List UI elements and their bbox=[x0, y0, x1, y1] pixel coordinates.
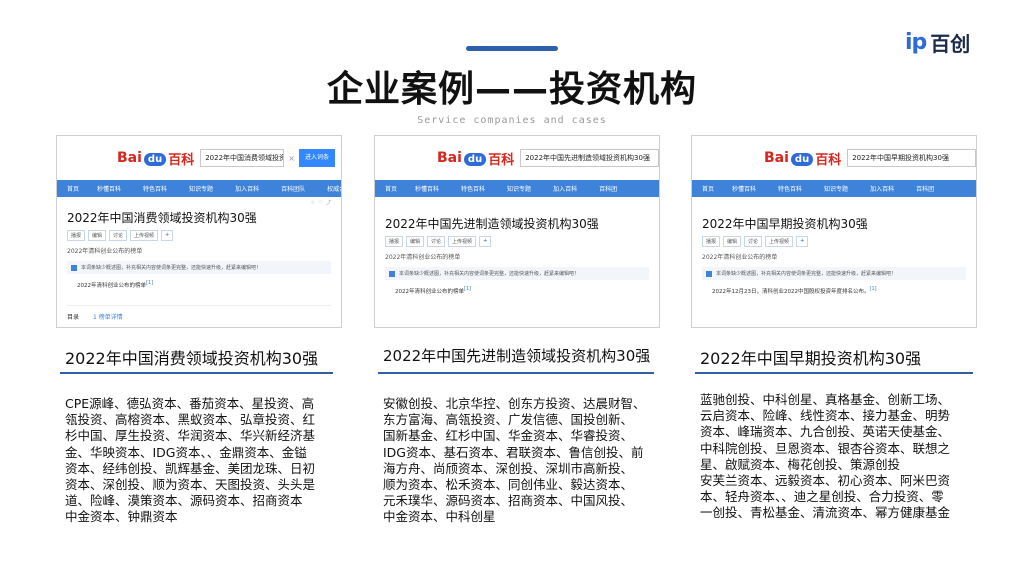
baidu-logo: Bai du bbox=[117, 150, 168, 166]
table-of-contents: 目录 1 榜单详情 bbox=[67, 304, 331, 321]
notice-bar: 本词条缺少概述图，补充相关内容使词条更完整，还能快速升级，赶紧来编辑吧！ bbox=[67, 261, 331, 274]
nav-item[interactable]: 特色百科 bbox=[778, 184, 802, 193]
nav-item[interactable]: 首页 bbox=[385, 184, 397, 193]
nav-item[interactable]: 秒懂百科 bbox=[415, 184, 439, 193]
checkbox-icon bbox=[389, 270, 395, 277]
baike-navbar: 首页 秒懂百科 特色百科 知识专题 加入百科 百科团 bbox=[375, 180, 659, 197]
brand-logo: ip 百创 bbox=[905, 28, 970, 57]
entry-body: 2022年中国早期投资机构30强 播报 编辑 讨论 上传视频 + 2022年清科… bbox=[692, 197, 976, 303]
entry-summary: 2022年清科创业公布的榜单[1] bbox=[77, 280, 154, 289]
nav-item[interactable]: 权威合作 bbox=[327, 184, 341, 193]
broadcast-button[interactable]: 播报 bbox=[67, 230, 86, 241]
search-input[interactable]: 2022年中国消费领域投资机构30强 bbox=[200, 149, 285, 167]
entry-tools: 播报 编辑 讨论 上传视频 + bbox=[67, 230, 331, 241]
notice-text: 本词条缺少概述图，补充相关内容使词条更完整，还能快速升级，赶紧来编辑吧！ bbox=[716, 271, 897, 277]
notice-bar: 本词条缺少概述图，补充相关内容使词条更完整，还能快速升级，赶紧来编辑吧！ bbox=[702, 267, 966, 280]
entry-tools: 播报 编辑 讨论 上传视频 + bbox=[702, 236, 966, 247]
nav-item[interactable]: 首页 bbox=[702, 184, 714, 193]
entry-body: 2022年中国先进制造领域投资机构30强 播报 编辑 讨论 上传视频 + 202… bbox=[375, 197, 659, 303]
checkbox-icon bbox=[71, 264, 77, 271]
edit-button[interactable]: 编辑 bbox=[406, 236, 425, 247]
page-subtitle: Service companies and cases bbox=[417, 115, 607, 126]
nav-item[interactable]: 知识专题 bbox=[189, 184, 213, 193]
add-icon[interactable]: + bbox=[161, 230, 174, 241]
search-input[interactable]: 2022年中国先进制造领域投资机构30强 bbox=[520, 149, 659, 167]
edit-button[interactable]: 编辑 bbox=[88, 230, 107, 241]
nav-item[interactable]: 知识专题 bbox=[824, 184, 848, 193]
entry-title: 2022年中国早期投资机构30强 bbox=[702, 217, 868, 231]
baike-label: 百科 bbox=[815, 152, 842, 168]
brand-text: 百创 bbox=[930, 32, 971, 56]
case-screenshot-1: Baidu 百科 2022年中国消费领域投资机构30强 × 进入词条 首页 秒懂… bbox=[56, 135, 342, 328]
nav-item[interactable]: 特色百科 bbox=[143, 184, 167, 193]
case-screenshot-2: Bai du 百科 2022年中国先进制造领域投资机构30强 首页 秒懂百科 特色… bbox=[374, 135, 660, 328]
nav-item[interactable]: 知识专题 bbox=[507, 184, 531, 193]
notice-text: 本词条缺少概述图，补充相关内容使词条更完整，还能快速升级，赶紧来编辑吧！ bbox=[399, 271, 580, 277]
entry-title: 2022年中国消费领域投资机构30强 bbox=[67, 211, 257, 225]
case-screenshot-3: Bai du 百科 2022年中国早期投资机构30强 首页 秒懂百科 特色百科 知… bbox=[691, 135, 977, 328]
notice-bar: 本词条缺少概述图，补充相关内容使词条更完整，还能快速升级，赶紧来编辑吧！ bbox=[385, 267, 649, 280]
nav-item[interactable]: 秒懂百科 bbox=[732, 184, 756, 193]
search-input[interactable]: 2022年中国早期投资机构30强 bbox=[847, 149, 976, 167]
toc-item[interactable]: 1 榜单详情 bbox=[93, 312, 123, 321]
nav-item[interactable]: 首页 bbox=[67, 184, 79, 193]
broadcast-button[interactable]: 播报 bbox=[385, 236, 404, 247]
add-icon[interactable]: + bbox=[796, 236, 809, 247]
collect-icon[interactable]: ☆ ♡ ⤴ bbox=[311, 199, 331, 206]
case-caption-2: 2022年中国先进制造领域投资机构30强 bbox=[383, 347, 651, 365]
baike-label: 百科 bbox=[488, 152, 515, 168]
baike-navbar: 首页 秒懂百科 特色百科 知识专题 加入百科 百科团 bbox=[692, 180, 976, 197]
add-icon[interactable]: + bbox=[479, 236, 492, 247]
page-title: 企业案例——投资机构 bbox=[326, 69, 697, 110]
baike-navbar: 首页 秒懂百科 特色百科 知识专题 加入百科 百科团队 权威合作 bbox=[57, 180, 341, 197]
case-caption-1: 2022年中国消费领域投资机构30强 bbox=[65, 349, 319, 368]
nav-item[interactable]: 特色百科 bbox=[461, 184, 485, 193]
nav-item[interactable]: 百科团 bbox=[916, 184, 934, 193]
baidu-header: Baidu 百科 2022年中国消费领域投资机构30强 × 进入词条 bbox=[57, 136, 341, 180]
enter-entry-button[interactable]: 进入词条 bbox=[298, 149, 335, 167]
title-accent-bar bbox=[466, 46, 558, 51]
broadcast-button[interactable]: 播报 bbox=[702, 236, 721, 247]
nav-item[interactable]: 百科团 bbox=[599, 184, 617, 193]
entry-summary: 2022年12月23日，清科创业2022中国股权投资年度排名公布。[1] bbox=[712, 286, 877, 295]
clear-icon[interactable]: × bbox=[288, 154, 295, 163]
entry-tools: 播报 编辑 讨论 上传视频 + bbox=[385, 236, 649, 247]
institution-list-1: CPE源峰、德弘资本、番茄资本、星投资、高 瓴投资、高榕资本、黑蚁资本、弘章投资… bbox=[65, 396, 316, 525]
institution-list-3: 蓝驰创投、中科创星、真格基金、创新工场、 云启资本、险峰、线性资本、接力基金、明… bbox=[700, 392, 951, 521]
baidu-header: Bai du 百科 2022年中国先进制造领域投资机构30强 bbox=[375, 136, 659, 180]
discuss-button[interactable]: 讨论 bbox=[427, 236, 446, 247]
caption-underline-2 bbox=[378, 372, 654, 374]
nav-item[interactable]: 加入百科 bbox=[235, 184, 259, 193]
discuss-button[interactable]: 讨论 bbox=[109, 230, 128, 241]
case-caption-3: 2022年中国早期投资机构30强 bbox=[700, 349, 922, 368]
notice-text: 本词条缺少概述图，补充相关内容使词条更完整，还能快速升级，赶紧来编辑吧！ bbox=[81, 265, 262, 271]
entry-subline: 2022年清科创业公布的榜单 bbox=[385, 254, 461, 261]
institution-list-2: 安徽创投、北京华控、创东方投资、达晨财智、 东方富海、高瓴投资、广发信德、国投创… bbox=[383, 396, 646, 525]
brand-mark: ip bbox=[905, 30, 927, 55]
baidu-logo: Bai du bbox=[764, 150, 815, 166]
nav-item[interactable]: 百科团队 bbox=[281, 184, 305, 193]
entry-subline: 2022年清科创业公布的榜单 bbox=[702, 254, 778, 261]
baidu-header: Bai du 百科 2022年中国早期投资机构30强 bbox=[692, 136, 976, 180]
toc-label: 目录 bbox=[67, 313, 80, 321]
entry-title: 2022年中国先进制造领域投资机构30强 bbox=[385, 217, 599, 231]
upload-video-button[interactable]: 上传视频 bbox=[448, 236, 477, 247]
upload-video-button[interactable]: 上传视频 bbox=[765, 236, 794, 247]
caption-underline-1 bbox=[60, 372, 333, 374]
nav-item[interactable]: 秒懂百科 bbox=[97, 184, 121, 193]
discuss-button[interactable]: 讨论 bbox=[744, 236, 763, 247]
entry-subline: 2022年清科创业公布的榜单 bbox=[67, 248, 143, 255]
entry-summary: 2022年清科创业公布的榜单[1] bbox=[395, 286, 472, 295]
entry-body: ☆ ♡ ⤴ 2022年中国消费领域投资机构30强 播报 编辑 讨论 上传视频 +… bbox=[57, 197, 341, 327]
baike-label: 百科 bbox=[168, 152, 195, 168]
nav-item[interactable]: 加入百科 bbox=[553, 184, 577, 193]
checkbox-icon bbox=[706, 270, 712, 277]
baidu-logo: Bai du bbox=[437, 150, 488, 166]
nav-item[interactable]: 加入百科 bbox=[870, 184, 894, 193]
edit-button[interactable]: 编辑 bbox=[723, 236, 742, 247]
caption-underline-3 bbox=[695, 372, 973, 374]
upload-video-button[interactable]: 上传视频 bbox=[130, 230, 159, 241]
